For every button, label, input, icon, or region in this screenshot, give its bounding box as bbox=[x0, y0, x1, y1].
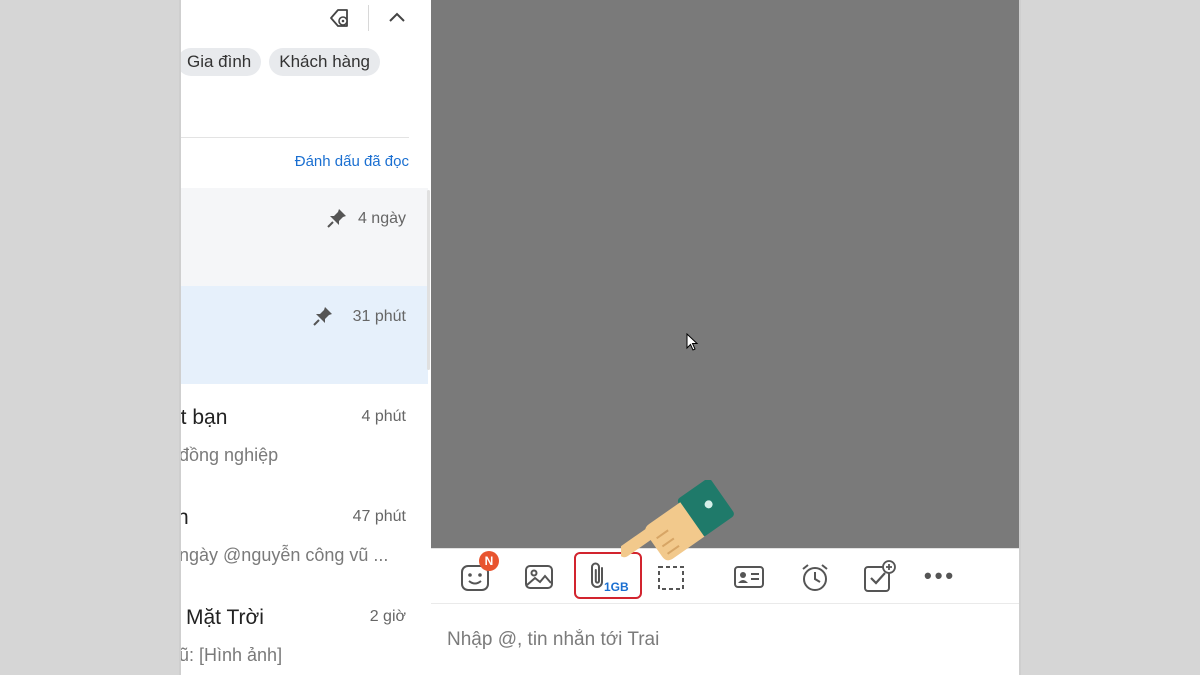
conversation-item-active[interactable]: 31 phút bbox=[181, 286, 428, 384]
message-input[interactable] bbox=[445, 628, 989, 652]
app-window: Gia đình Khách hàng Đánh dấu đã đọc 4 ng… bbox=[179, 0, 1021, 675]
conversation-time: 4 ngày bbox=[357, 210, 406, 227]
conversation-time: 2 giờ bbox=[369, 608, 406, 625]
message-composer bbox=[431, 603, 1019, 675]
mark-all-read-link[interactable]: Đánh dấu đã đọc bbox=[295, 153, 409, 170]
conversation-time: 31 phút bbox=[352, 308, 406, 325]
collapse-chevron-up-icon[interactable] bbox=[383, 4, 411, 32]
conversation-time: 4 phút bbox=[361, 408, 406, 425]
tag-filter-list: Gia đình Khách hàng bbox=[181, 48, 381, 76]
task-checkbox-icon bbox=[864, 560, 896, 592]
pointing-hand-icon bbox=[618, 478, 761, 595]
conversation-preview: ngày @nguyễn công vũ ... bbox=[181, 545, 389, 565]
tag-settings-icon[interactable] bbox=[326, 4, 354, 32]
conversation-item[interactable]: h 47 phút ngày @nguyễn công vũ ... bbox=[181, 486, 428, 584]
divider bbox=[181, 137, 409, 138]
new-badge: N bbox=[479, 551, 499, 571]
conversation-name: Mặt Trời bbox=[186, 606, 264, 629]
conversation-scrollbar[interactable] bbox=[427, 190, 430, 370]
chat-message-area bbox=[431, 0, 1019, 548]
more-options-icon[interactable]: ••• bbox=[924, 563, 956, 589]
pin-icon bbox=[326, 207, 348, 229]
tag-customers[interactable]: Khách hàng bbox=[269, 48, 381, 76]
panel-header-actions bbox=[326, 4, 411, 32]
conversation-preview: ũ: [Hình ảnh] bbox=[181, 645, 283, 665]
sticker-button[interactable]: N bbox=[455, 551, 499, 597]
image-icon bbox=[525, 565, 553, 589]
send-image-button[interactable] bbox=[519, 557, 559, 597]
conversation-item[interactable]: Mặt Trời 2 giờ ũ: [Hình ảnh] bbox=[181, 586, 428, 675]
conversation-time: 47 phút bbox=[352, 508, 406, 525]
conversation-item[interactable]: ết bạn 4 phút đồng nghiệp bbox=[181, 386, 428, 484]
mouse-pointer-icon bbox=[686, 332, 700, 358]
pin-icon bbox=[312, 305, 334, 327]
conversation-preview: đồng nghiệp bbox=[181, 445, 279, 465]
conversation-name: h bbox=[181, 506, 189, 530]
reminder-button[interactable] bbox=[795, 557, 835, 597]
conversation-item[interactable]: 4 ngày bbox=[181, 188, 428, 286]
create-task-button[interactable] bbox=[859, 557, 899, 597]
tag-family[interactable]: Gia đình bbox=[181, 48, 262, 76]
divider bbox=[368, 5, 369, 31]
conversation-name: ết bạn bbox=[181, 406, 228, 429]
alarm-clock-icon bbox=[802, 564, 828, 591]
conversation-panel: Gia đình Khách hàng Đánh dấu đã đọc 4 ng… bbox=[181, 0, 431, 675]
